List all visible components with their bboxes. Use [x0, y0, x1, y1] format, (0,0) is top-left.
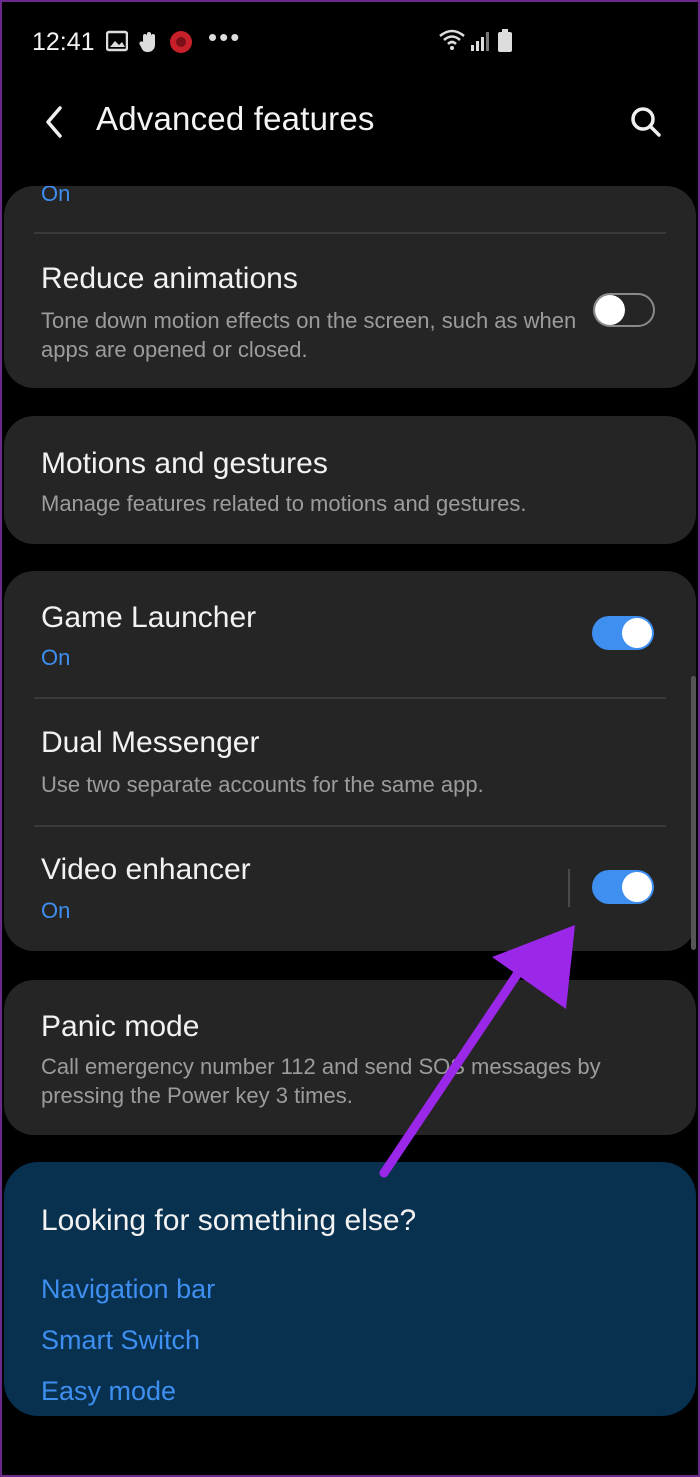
- settings-card-apps: Game Launcher On Dual Messenger Use two …: [4, 571, 696, 951]
- wifi-icon: [438, 28, 466, 55]
- video-enhancer-title: Video enhancer: [41, 853, 251, 886]
- reduce-animations-row[interactable]: Reduce animations Tone down motion effec…: [4, 234, 696, 388]
- reduce-animations-toggle[interactable]: [593, 293, 655, 327]
- dual-messenger-row[interactable]: Dual Messenger Use two separate accounts…: [4, 699, 696, 825]
- row-separator: [568, 869, 570, 907]
- game-launcher-title: Game Launcher: [41, 601, 257, 634]
- suggestions-card: Looking for something else? Navigation b…: [4, 1162, 696, 1416]
- video-enhancer-status: On: [41, 898, 71, 923]
- game-launcher-row[interactable]: Game Launcher On: [4, 571, 696, 697]
- smart-switch-link[interactable]: Smart Switch: [41, 1325, 200, 1356]
- toggle-knob: [622, 618, 652, 648]
- navigation-bar-link[interactable]: Navigation bar: [41, 1274, 215, 1305]
- easy-mode-link[interactable]: Easy mode: [41, 1376, 176, 1407]
- settings-card-motions: Motions and gestures Manage features rel…: [4, 416, 696, 544]
- video-enhancer-toggle[interactable]: [592, 870, 654, 904]
- motions-and-gestures-title: Motions and gestures: [41, 447, 328, 480]
- dual-messenger-subtitle: Use two separate accounts for the same a…: [41, 772, 484, 797]
- panic-mode-subtitle: Call emergency number 112 and send SOS m…: [41, 1054, 601, 1108]
- back-arrow-icon: [46, 106, 62, 138]
- motions-and-gestures-subtitle: Manage features related to motions and g…: [41, 491, 527, 516]
- previous-item-status: On: [41, 186, 71, 206]
- more-notifications-icon: •••: [208, 22, 242, 52]
- motions-and-gestures-row[interactable]: Motions and gestures Manage features rel…: [4, 416, 696, 544]
- toggle-knob: [595, 295, 625, 325]
- search-button[interactable]: [624, 100, 668, 144]
- gallery-icon: [105, 30, 129, 57]
- search-icon: [631, 107, 661, 137]
- reduce-animations-subtitle: Tone down motion effects on the screen, …: [41, 308, 577, 362]
- dual-messenger-title: Dual Messenger: [41, 726, 260, 759]
- panic-mode-title: Panic mode: [41, 1010, 200, 1043]
- video-enhancer-row[interactable]: Video enhancer On: [4, 827, 696, 951]
- bug-icon: [168, 29, 194, 60]
- settings-card-display: On Reduce animations Tone down motion ef…: [4, 186, 696, 388]
- signal-icon: [470, 30, 492, 57]
- toggle-knob: [622, 872, 652, 902]
- battery-icon: [497, 29, 513, 58]
- page-title: Advanced features: [96, 100, 375, 137]
- game-launcher-toggle[interactable]: [592, 616, 654, 650]
- settings-card-panic: Panic mode Call emergency number 112 and…: [4, 980, 696, 1135]
- back-button[interactable]: [36, 100, 76, 144]
- reduce-animations-title: Reduce animations: [41, 262, 298, 295]
- scrollbar[interactable]: [691, 676, 696, 950]
- status-bar: 12:41 •••: [0, 0, 700, 86]
- app-bar: Advanced features: [0, 86, 700, 158]
- hand-icon: [139, 30, 159, 59]
- status-time: 12:41: [32, 28, 95, 56]
- suggestions-title: Looking for something else?: [41, 1204, 417, 1237]
- panic-mode-row[interactable]: Panic mode Call emergency number 112 and…: [4, 980, 696, 1135]
- game-launcher-status: On: [41, 645, 71, 670]
